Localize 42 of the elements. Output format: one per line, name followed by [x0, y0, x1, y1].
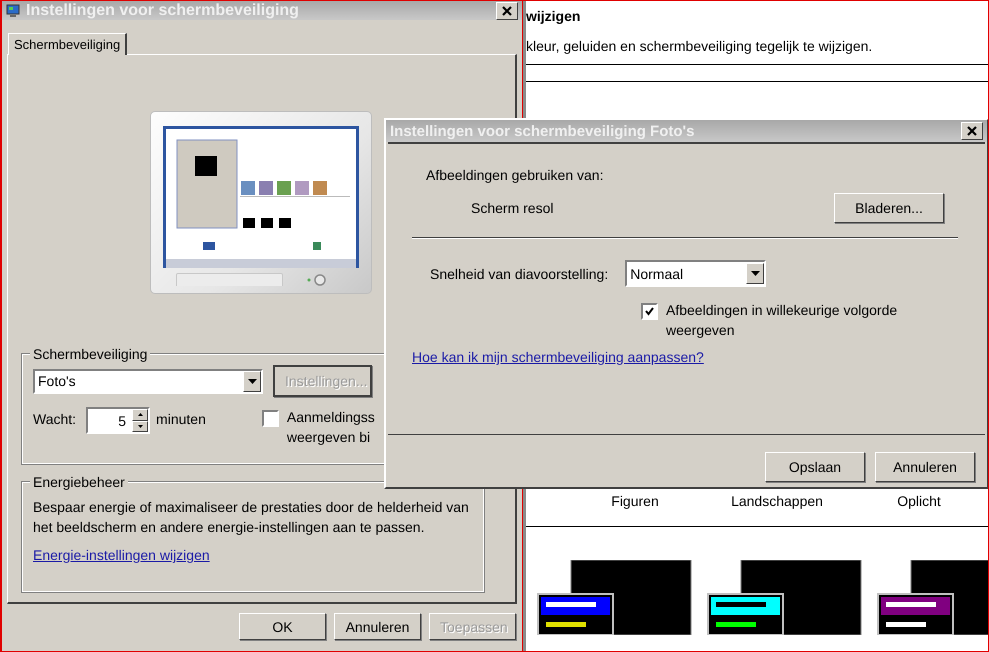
- shuffle-checkbox[interactable]: [641, 303, 658, 320]
- source-value: Scherm resol: [471, 200, 554, 216]
- dialog-button[interactable]: OK: [239, 613, 326, 640]
- speed-label: Snelheid van diavoorstelling:: [430, 266, 608, 282]
- source-label: Afbeeldingen gebruiken van:: [426, 167, 604, 183]
- down-arrow-icon: [138, 424, 143, 428]
- up-arrow-icon: [138, 413, 143, 416]
- energy-description: Bespaar energie of maximaliseer de prestaties door de helderheid van het beeldscherm en andere energie-instellingen aan te passen.: [33, 498, 469, 537]
- power-button-icon: [307, 274, 327, 286]
- dialog-title: Instellingen voor schermbeveiliging Foto's: [390, 122, 696, 140]
- tab[interactable]: Schermbeveiliging: [8, 33, 128, 55]
- group-label: Schermbeveiliging: [30, 346, 150, 362]
- dialog-button[interactable]: Opslaan: [765, 452, 865, 482]
- speed-dropdown[interactable]: Normaal: [625, 260, 766, 287]
- check-icon: [645, 307, 654, 316]
- caret-icon: [750, 271, 760, 276]
- theme-label[interactable]: Oplicht: [848, 493, 988, 509]
- close-icon: [502, 6, 512, 16]
- display-icon: [6, 4, 20, 18]
- screensaver-dropdown[interactable]: Foto's: [33, 368, 263, 394]
- browse-button[interactable]: Bladeren...: [834, 193, 944, 223]
- page-heading: wijzigen: [526, 8, 582, 24]
- page-description: kleur, geluiden en schermbeveiliging tegelijk te wijzigen.: [526, 38, 874, 54]
- close-button[interactable]: [961, 122, 983, 140]
- close-button[interactable]: [496, 2, 518, 20]
- wait-label: Wacht:: [33, 411, 76, 427]
- checkbox-label: Afbeeldingen in willekeurige volgorde weergeven: [666, 301, 898, 340]
- checkbox-label: Aanmeldingss: [286, 408, 375, 427]
- logon-checkbox[interactable]: [262, 410, 279, 427]
- theme-label[interactable]: Figuren: [564, 493, 706, 509]
- close-icon: [967, 126, 977, 136]
- theme-label[interactable]: Landschappen: [706, 493, 848, 509]
- wait-unit: minuten: [156, 411, 206, 427]
- dialog-button[interactable]: Annuleren: [875, 452, 975, 482]
- caret-icon: [248, 378, 256, 384]
- group-label: Energiebeheer: [30, 474, 128, 490]
- energy-settings-link[interactable]: Energie-instellingen wijzigen: [33, 547, 210, 563]
- window-title: Instellingen voor schermbeveiliging: [26, 2, 300, 20]
- wait-spinner[interactable]: 5: [86, 407, 150, 434]
- dialog-button[interactable]: Annuleren: [334, 613, 421, 640]
- checkbox-label: weergeven bi: [286, 428, 372, 447]
- help-link[interactable]: Hoe kan ik mijn schermbeveiliging aanpassen?: [412, 349, 704, 365]
